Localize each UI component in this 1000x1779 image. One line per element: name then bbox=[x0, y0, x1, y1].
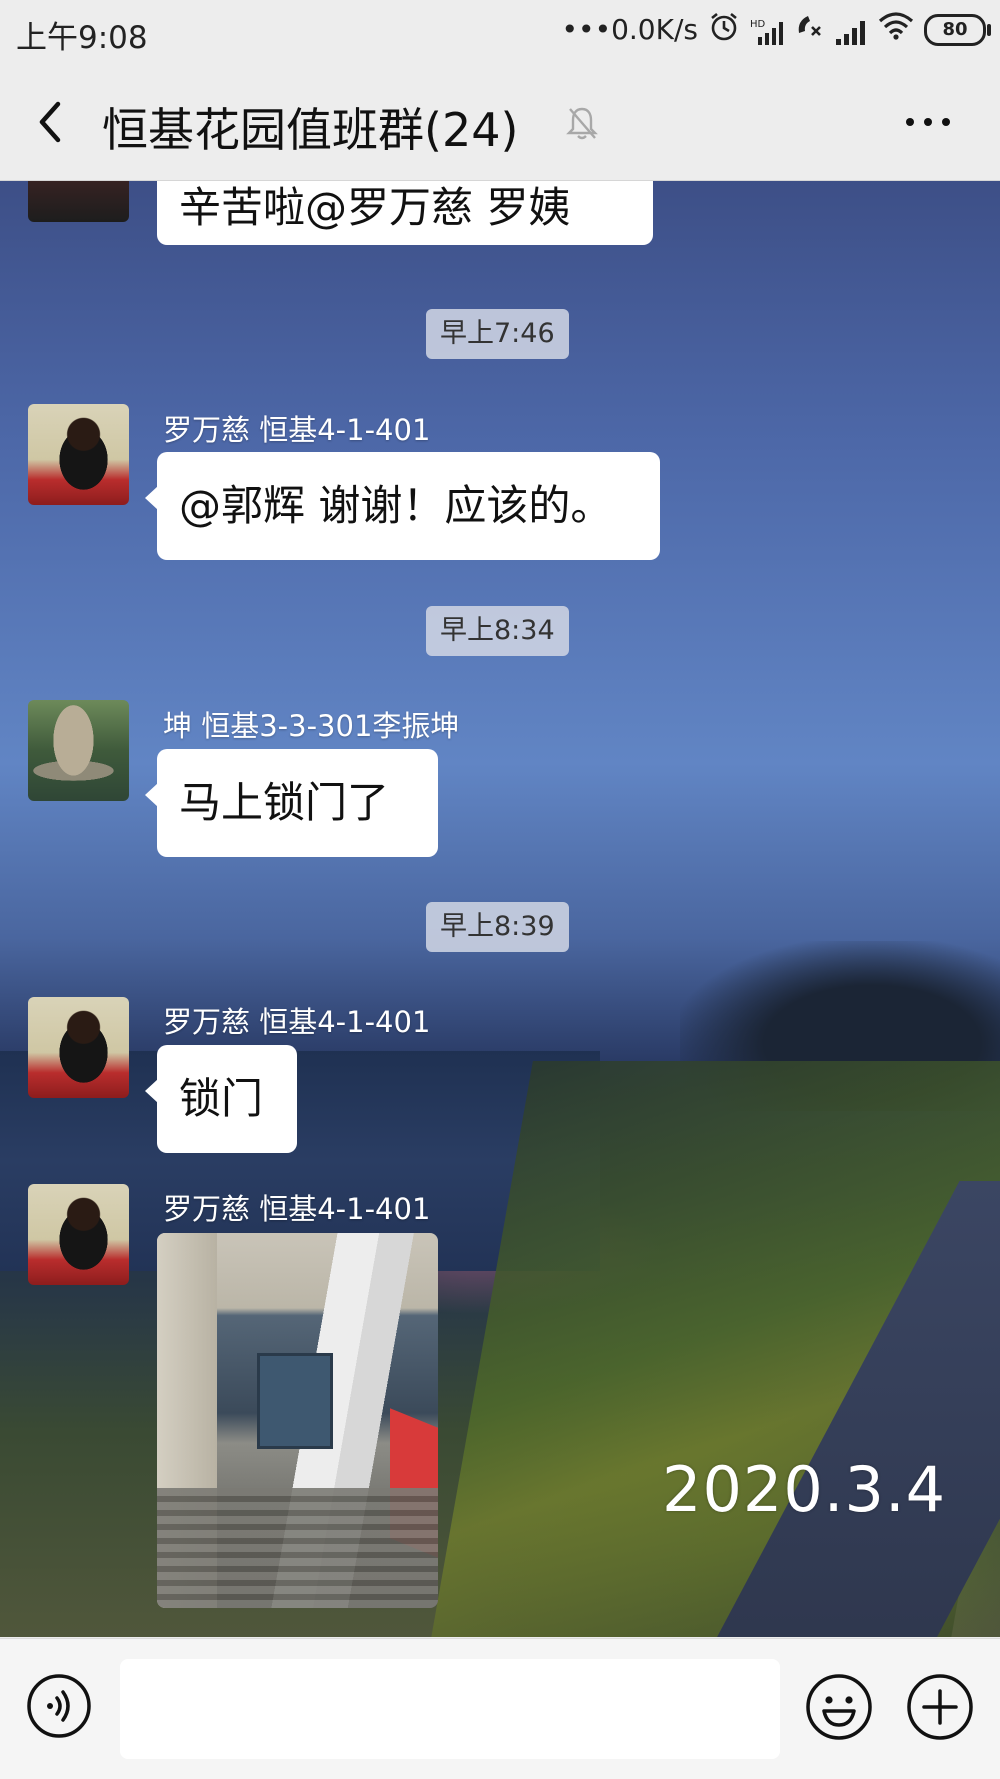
back-button[interactable] bbox=[28, 94, 78, 150]
message-bubble[interactable]: 锁门 bbox=[145, 1045, 297, 1153]
sender-name: 罗万慈 恒基4-1-401 bbox=[163, 413, 431, 447]
sender-name: 罗万慈 恒基4-1-401 bbox=[163, 1192, 431, 1226]
message-text: 辛苦啦@罗万慈 罗姨 bbox=[179, 183, 571, 232]
chat-header: 恒基花园值班群(24) bbox=[0, 64, 1000, 181]
emoji-button[interactable] bbox=[805, 1673, 873, 1741]
message-bubble[interactable]: @郭辉 谢谢！应该的。 bbox=[145, 452, 660, 560]
message-text: @郭辉 谢谢！应该的。 bbox=[179, 481, 613, 530]
chat-title: 恒基花园值班群(24) bbox=[102, 103, 519, 157]
status-bar: 上午9:08 •••0.0K/s HD 80 bbox=[0, 0, 1000, 64]
more-button[interactable] bbox=[898, 104, 958, 140]
message-bubble[interactable]: 马上锁门了 bbox=[145, 749, 438, 857]
svg-text:HD: HD bbox=[750, 19, 766, 30]
photo-door bbox=[257, 1353, 333, 1449]
message-timestamp: 早上7:46 bbox=[426, 309, 569, 359]
message-text: 马上锁门了 bbox=[179, 778, 390, 827]
chat-area[interactable]: 2020.3.4 辛苦啦@罗万慈 罗姨 早上7:46 罗万慈 恒基4-1-401… bbox=[0, 181, 1000, 1637]
hd-signal-icon: HD bbox=[750, 17, 784, 45]
plus-button[interactable] bbox=[906, 1673, 974, 1741]
mute-bell-icon bbox=[566, 105, 598, 141]
voice-button[interactable] bbox=[26, 1673, 92, 1739]
battery-icon: 80 bbox=[924, 13, 991, 46]
avatar[interactable] bbox=[28, 181, 129, 222]
status-time: 上午9:08 bbox=[16, 20, 148, 56]
background-date-stamp: 2020.3.4 bbox=[662, 1453, 947, 1526]
emoji-icon bbox=[806, 1674, 872, 1740]
more-icon bbox=[906, 118, 950, 126]
message-bubble[interactable]: 辛苦啦@罗万慈 罗姨 bbox=[157, 181, 653, 245]
message-timestamp: 早上8:39 bbox=[426, 902, 569, 952]
cell-signal-icon bbox=[834, 17, 868, 45]
avatar[interactable] bbox=[28, 404, 129, 505]
no-call-icon bbox=[794, 11, 824, 48]
photo-stairs bbox=[157, 1488, 438, 1608]
status-icons: •••0.0K/s HD 80 bbox=[561, 10, 991, 49]
network-speed: •••0.0K/s bbox=[561, 13, 698, 46]
avatar[interactable] bbox=[28, 700, 129, 801]
message-timestamp: 早上8:34 bbox=[426, 606, 569, 656]
plus-icon bbox=[907, 1674, 973, 1740]
message-input[interactable] bbox=[120, 1659, 780, 1759]
message-text: 锁门 bbox=[179, 1074, 264, 1123]
stairwell-photo-message[interactable] bbox=[157, 1233, 438, 1608]
sender-name: 罗万慈 恒基4-1-401 bbox=[163, 1005, 431, 1039]
avatar[interactable] bbox=[28, 997, 129, 1098]
voice-icon bbox=[27, 1674, 91, 1738]
alarm-icon bbox=[708, 10, 740, 49]
wifi-icon bbox=[878, 11, 914, 48]
back-icon bbox=[39, 101, 61, 143]
sender-name: 坤 恒基3-3-301李振坤 bbox=[163, 709, 460, 743]
avatar[interactable] bbox=[28, 1184, 129, 1285]
input-bar bbox=[0, 1638, 1000, 1779]
